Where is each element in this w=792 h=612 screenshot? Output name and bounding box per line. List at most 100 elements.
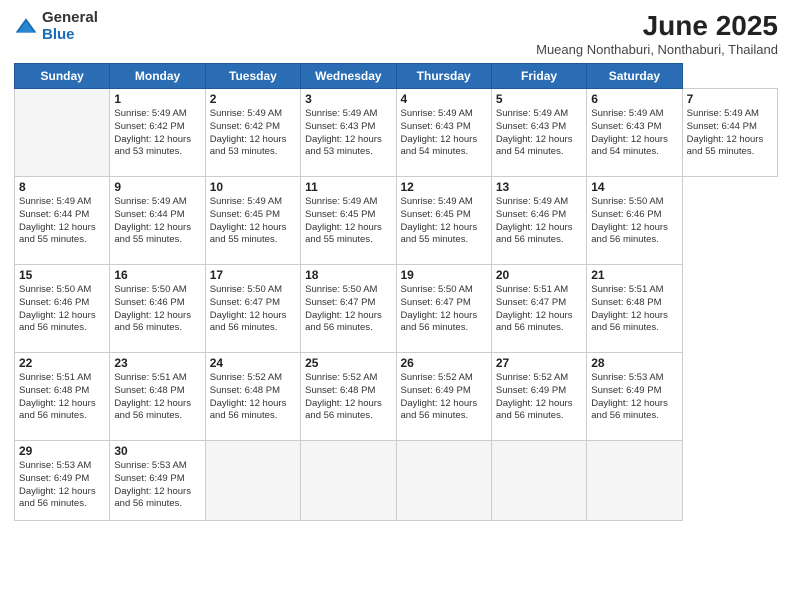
header-saturday: Saturday	[587, 64, 682, 89]
day-number: 12	[401, 180, 487, 194]
day-cell: 4 Sunrise: 5:49 AM Sunset: 6:43 PM Dayli…	[396, 89, 491, 177]
day-number: 2	[210, 92, 296, 106]
day-number: 9	[114, 180, 200, 194]
day-number: 3	[305, 92, 391, 106]
logo-icon	[14, 15, 38, 39]
day-number: 23	[114, 356, 200, 370]
day-number: 15	[19, 268, 105, 282]
day-number: 4	[401, 92, 487, 106]
day-cell: 9 Sunrise: 5:49 AM Sunset: 6:44 PM Dayli…	[110, 177, 205, 265]
logo-text: General Blue	[42, 10, 98, 43]
day-info: Sunrise: 5:49 AM Sunset: 6:45 PM Dayligh…	[210, 196, 296, 247]
day-cell: 3 Sunrise: 5:49 AM Sunset: 6:43 PM Dayli…	[301, 89, 396, 177]
day-number: 10	[210, 180, 296, 194]
day-cell: 28 Sunrise: 5:53 AM Sunset: 6:49 PM Dayl…	[587, 353, 682, 441]
day-number: 7	[687, 92, 773, 106]
day-cell: 20 Sunrise: 5:51 AM Sunset: 6:47 PM Dayl…	[491, 265, 586, 353]
day-cell: 12 Sunrise: 5:49 AM Sunset: 6:45 PM Dayl…	[396, 177, 491, 265]
day-cell: 27 Sunrise: 5:52 AM Sunset: 6:49 PM Dayl…	[491, 353, 586, 441]
day-info: Sunrise: 5:49 AM Sunset: 6:43 PM Dayligh…	[591, 108, 677, 159]
day-number: 19	[401, 268, 487, 282]
day-number: 20	[496, 268, 582, 282]
day-number: 13	[496, 180, 582, 194]
logo: General Blue	[14, 10, 98, 43]
day-cell: 19 Sunrise: 5:50 AM Sunset: 6:47 PM Dayl…	[396, 265, 491, 353]
day-info: Sunrise: 5:52 AM Sunset: 6:48 PM Dayligh…	[305, 372, 391, 423]
title-area: June 2025 Mueang Nonthaburi, Nonthaburi,…	[536, 10, 778, 57]
day-cell: 16 Sunrise: 5:50 AM Sunset: 6:46 PM Dayl…	[110, 265, 205, 353]
day-cell: 25 Sunrise: 5:52 AM Sunset: 6:48 PM Dayl…	[301, 353, 396, 441]
day-info: Sunrise: 5:53 AM Sunset: 6:49 PM Dayligh…	[591, 372, 677, 423]
header-sunday: Sunday	[15, 64, 110, 89]
header-friday: Friday	[491, 64, 586, 89]
day-info: Sunrise: 5:50 AM Sunset: 6:47 PM Dayligh…	[401, 284, 487, 335]
day-number: 11	[305, 180, 391, 194]
day-cell: 7 Sunrise: 5:49 AM Sunset: 6:44 PM Dayli…	[682, 89, 777, 177]
day-info: Sunrise: 5:49 AM Sunset: 6:43 PM Dayligh…	[401, 108, 487, 159]
day-cell: 17 Sunrise: 5:50 AM Sunset: 6:47 PM Dayl…	[205, 265, 300, 353]
day-cell	[491, 441, 586, 521]
day-info: Sunrise: 5:49 AM Sunset: 6:44 PM Dayligh…	[19, 196, 105, 247]
day-info: Sunrise: 5:53 AM Sunset: 6:49 PM Dayligh…	[19, 460, 105, 511]
day-info: Sunrise: 5:51 AM Sunset: 6:48 PM Dayligh…	[114, 372, 200, 423]
day-number: 25	[305, 356, 391, 370]
day-number: 27	[496, 356, 582, 370]
day-number: 21	[591, 268, 677, 282]
calendar-title: June 2025	[536, 10, 778, 42]
day-cell: 29 Sunrise: 5:53 AM Sunset: 6:49 PM Dayl…	[15, 441, 110, 521]
day-info: Sunrise: 5:49 AM Sunset: 6:44 PM Dayligh…	[687, 108, 773, 159]
day-number: 29	[19, 444, 105, 458]
day-cell: 21 Sunrise: 5:51 AM Sunset: 6:48 PM Dayl…	[587, 265, 682, 353]
day-info: Sunrise: 5:49 AM Sunset: 6:46 PM Dayligh…	[496, 196, 582, 247]
day-cell: 22 Sunrise: 5:51 AM Sunset: 6:48 PM Dayl…	[15, 353, 110, 441]
day-number: 17	[210, 268, 296, 282]
day-cell	[205, 441, 300, 521]
day-cell: 23 Sunrise: 5:51 AM Sunset: 6:48 PM Dayl…	[110, 353, 205, 441]
day-info: Sunrise: 5:53 AM Sunset: 6:49 PM Dayligh…	[114, 460, 200, 511]
day-info: Sunrise: 5:52 AM Sunset: 6:49 PM Dayligh…	[496, 372, 582, 423]
day-info: Sunrise: 5:51 AM Sunset: 6:48 PM Dayligh…	[591, 284, 677, 335]
day-info: Sunrise: 5:49 AM Sunset: 6:44 PM Dayligh…	[114, 196, 200, 247]
day-cell: 6 Sunrise: 5:49 AM Sunset: 6:43 PM Dayli…	[587, 89, 682, 177]
day-cell: 18 Sunrise: 5:50 AM Sunset: 6:47 PM Dayl…	[301, 265, 396, 353]
day-cell	[396, 441, 491, 521]
day-number: 28	[591, 356, 677, 370]
day-info: Sunrise: 5:49 AM Sunset: 6:42 PM Dayligh…	[210, 108, 296, 159]
calendar-body: 1 Sunrise: 5:49 AM Sunset: 6:42 PM Dayli…	[15, 89, 778, 521]
day-info: Sunrise: 5:50 AM Sunset: 6:46 PM Dayligh…	[591, 196, 677, 247]
day-number: 8	[19, 180, 105, 194]
day-cell: 13 Sunrise: 5:49 AM Sunset: 6:46 PM Dayl…	[491, 177, 586, 265]
day-number: 22	[19, 356, 105, 370]
day-cell: 2 Sunrise: 5:49 AM Sunset: 6:42 PM Dayli…	[205, 89, 300, 177]
day-info: Sunrise: 5:50 AM Sunset: 6:46 PM Dayligh…	[19, 284, 105, 335]
day-cell: 24 Sunrise: 5:52 AM Sunset: 6:48 PM Dayl…	[205, 353, 300, 441]
day-info: Sunrise: 5:50 AM Sunset: 6:47 PM Dayligh…	[305, 284, 391, 335]
day-cell: 14 Sunrise: 5:50 AM Sunset: 6:46 PM Dayl…	[587, 177, 682, 265]
day-info: Sunrise: 5:51 AM Sunset: 6:48 PM Dayligh…	[19, 372, 105, 423]
day-info: Sunrise: 5:51 AM Sunset: 6:47 PM Dayligh…	[496, 284, 582, 335]
day-number: 24	[210, 356, 296, 370]
day-cell	[587, 441, 682, 521]
day-cell	[15, 89, 110, 177]
calendar-table: Sunday Monday Tuesday Wednesday Thursday…	[14, 63, 778, 521]
header-tuesday: Tuesday	[205, 64, 300, 89]
day-info: Sunrise: 5:49 AM Sunset: 6:45 PM Dayligh…	[305, 196, 391, 247]
day-cell	[301, 441, 396, 521]
day-number: 1	[114, 92, 200, 106]
day-info: Sunrise: 5:52 AM Sunset: 6:49 PM Dayligh…	[401, 372, 487, 423]
day-info: Sunrise: 5:49 AM Sunset: 6:42 PM Dayligh…	[114, 108, 200, 159]
day-number: 30	[114, 444, 200, 458]
calendar-header-row: Sunday Monday Tuesday Wednesday Thursday…	[15, 64, 778, 89]
day-cell: 10 Sunrise: 5:49 AM Sunset: 6:45 PM Dayl…	[205, 177, 300, 265]
day-cell: 30 Sunrise: 5:53 AM Sunset: 6:49 PM Dayl…	[110, 441, 205, 521]
day-number: 14	[591, 180, 677, 194]
day-cell: 26 Sunrise: 5:52 AM Sunset: 6:49 PM Dayl…	[396, 353, 491, 441]
day-number: 26	[401, 356, 487, 370]
day-number: 18	[305, 268, 391, 282]
calendar-subtitle: Mueang Nonthaburi, Nonthaburi, Thailand	[536, 42, 778, 57]
day-info: Sunrise: 5:52 AM Sunset: 6:48 PM Dayligh…	[210, 372, 296, 423]
header-wednesday: Wednesday	[301, 64, 396, 89]
header-thursday: Thursday	[396, 64, 491, 89]
day-number: 16	[114, 268, 200, 282]
day-cell: 8 Sunrise: 5:49 AM Sunset: 6:44 PM Dayli…	[15, 177, 110, 265]
